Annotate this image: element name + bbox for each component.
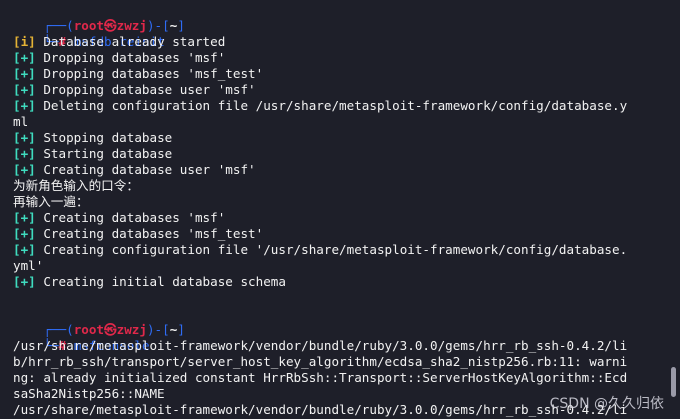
output-line: 再输入一遍： — [13, 194, 89, 210]
output-line: yml' — [13, 258, 43, 274]
info-prefix: [i] — [13, 34, 36, 49]
output-line: [+] Creating configuration file '/usr/sh… — [13, 242, 627, 258]
output-text: Creating databases 'msf_test' — [35, 226, 264, 241]
output-line: [+] Creating database user 'msf' — [13, 162, 256, 178]
success-prefix: [+] — [13, 146, 36, 161]
success-prefix: [+] — [13, 130, 36, 145]
output-line: [+] Creating databases 'msf' — [13, 210, 225, 226]
watermark: CSDN @久久归依 — [549, 396, 664, 412]
output-text: Dropping databases 'msf_test' — [35, 66, 264, 81]
output-line: 为新角色输入的口令： — [13, 178, 139, 194]
output-text: Creating database user 'msf' — [35, 162, 256, 177]
output-line: [+] Creating initial database schema — [13, 274, 286, 290]
output-text: Creating initial database schema — [35, 274, 286, 289]
output-line: [+] Stopping database — [13, 130, 172, 146]
prompt-bracket: ] — [177, 322, 185, 337]
success-prefix: [+] — [13, 82, 36, 97]
success-prefix: [+] — [13, 66, 36, 81]
output-line: [+] Dropping databases 'msf_test' — [13, 66, 263, 82]
output-text: Dropping databases 'msf' — [35, 50, 226, 65]
output-text: ml — [13, 114, 29, 129]
prompt-header: ┌──(root㉿zwzj)-[~] — [13, 306, 185, 337]
output-line: [+] Dropping database user 'msf' — [13, 82, 256, 98]
success-prefix: [+] — [13, 242, 36, 257]
output-text: Database already started — [35, 34, 226, 49]
success-prefix: [+] — [13, 226, 36, 241]
output-text: Dropping database user 'msf' — [35, 82, 256, 97]
prompt-input-line: └─# msfdb reinit — [13, 18, 164, 49]
terminal-window[interactable]: ┌──(root㉿zwzj)-[~] └─# msfdb reinit [i] … — [0, 0, 680, 419]
output-text: Starting database — [35, 146, 173, 161]
success-prefix: [+] — [13, 210, 36, 225]
output-text: Stopping database — [35, 130, 173, 145]
output-line: [+] Starting database — [13, 146, 172, 162]
output-line: ml — [13, 114, 28, 130]
output-text: Creating configuration file '/usr/share/… — [35, 242, 628, 257]
output-line: [+] Dropping databases 'msf' — [13, 50, 225, 66]
success-prefix: [+] — [13, 162, 36, 177]
success-prefix: [+] — [13, 274, 36, 289]
output-line: /usr/share/metasploit-framework/vendor/b… — [13, 338, 628, 353]
output-line: [i] Database already started — [13, 34, 225, 50]
output-line: [+] Creating databases 'msf_test' — [13, 226, 263, 242]
prompt-header: ┌──(root㉿zwzj)-[~] — [13, 2, 185, 33]
output-line: [+] Deleting configuration file /usr/sha… — [13, 98, 627, 114]
output-line: /usr/share/metasploit-framework/vendor/b… — [13, 402, 628, 417]
output-text: Deleting configuration file /usr/share/m… — [35, 98, 628, 113]
prompt-separator: )-[ — [146, 322, 170, 337]
output-text: Creating databases 'msf' — [35, 210, 226, 225]
scrollbar-thumb[interactable] — [671, 367, 676, 397]
output-line: ng: already initialized constant HrrRbSs… — [13, 370, 628, 385]
prompt-input-line: └─# msfconsole — [13, 322, 149, 353]
success-prefix: [+] — [13, 50, 36, 65]
output-line: b/hrr_rb_ssh/transport/server_host_key_a… — [13, 354, 628, 369]
output-text: 再输入一遍： — [13, 194, 89, 209]
output-text: 为新角色输入的口令： — [13, 178, 139, 193]
prompt-bracket: ] — [177, 18, 185, 33]
output-text: yml' — [13, 258, 44, 273]
output-line: saSha2Nistp256::NAME — [13, 386, 165, 401]
success-prefix: [+] — [13, 98, 36, 113]
